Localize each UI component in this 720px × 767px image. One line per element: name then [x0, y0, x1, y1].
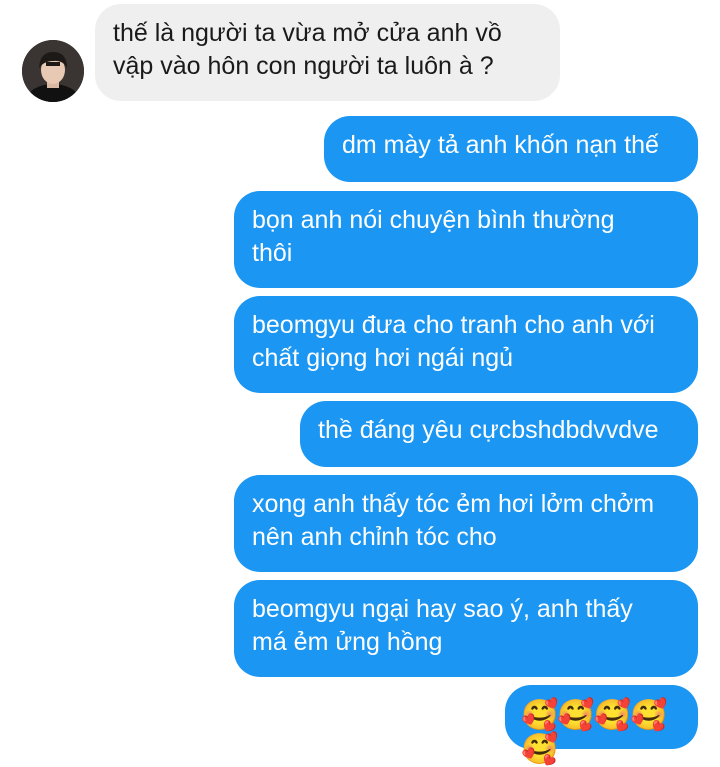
message-sent-4[interactable]: thề đáng yêu cựcbshdbdvvdve — [300, 401, 698, 467]
message-sent-5[interactable]: xong anh thấy tóc ẻm hơi lởm chởm nên an… — [234, 475, 698, 572]
message-sent-2[interactable]: bọn anh nói chuyện bình thường thôi — [234, 191, 698, 288]
message-sent-1[interactable]: dm mày tả anh khốn nạn thế — [324, 116, 698, 182]
message-sent-emoji[interactable]: 🥰🥰🥰🥰🥰 — [505, 685, 698, 767]
message-sent-6[interactable]: beomgyu ngại hay sao ý, anh thấy má ẻm ử… — [234, 580, 698, 677]
profile-avatar-icon — [22, 40, 84, 102]
message-sent-3[interactable]: beomgyu đưa cho tranh cho anh với chất g… — [234, 296, 698, 393]
message-received-1[interactable]: thế là người ta vừa mở cửa anh vồ vập và… — [95, 4, 560, 101]
contact-avatar[interactable] — [22, 40, 84, 102]
